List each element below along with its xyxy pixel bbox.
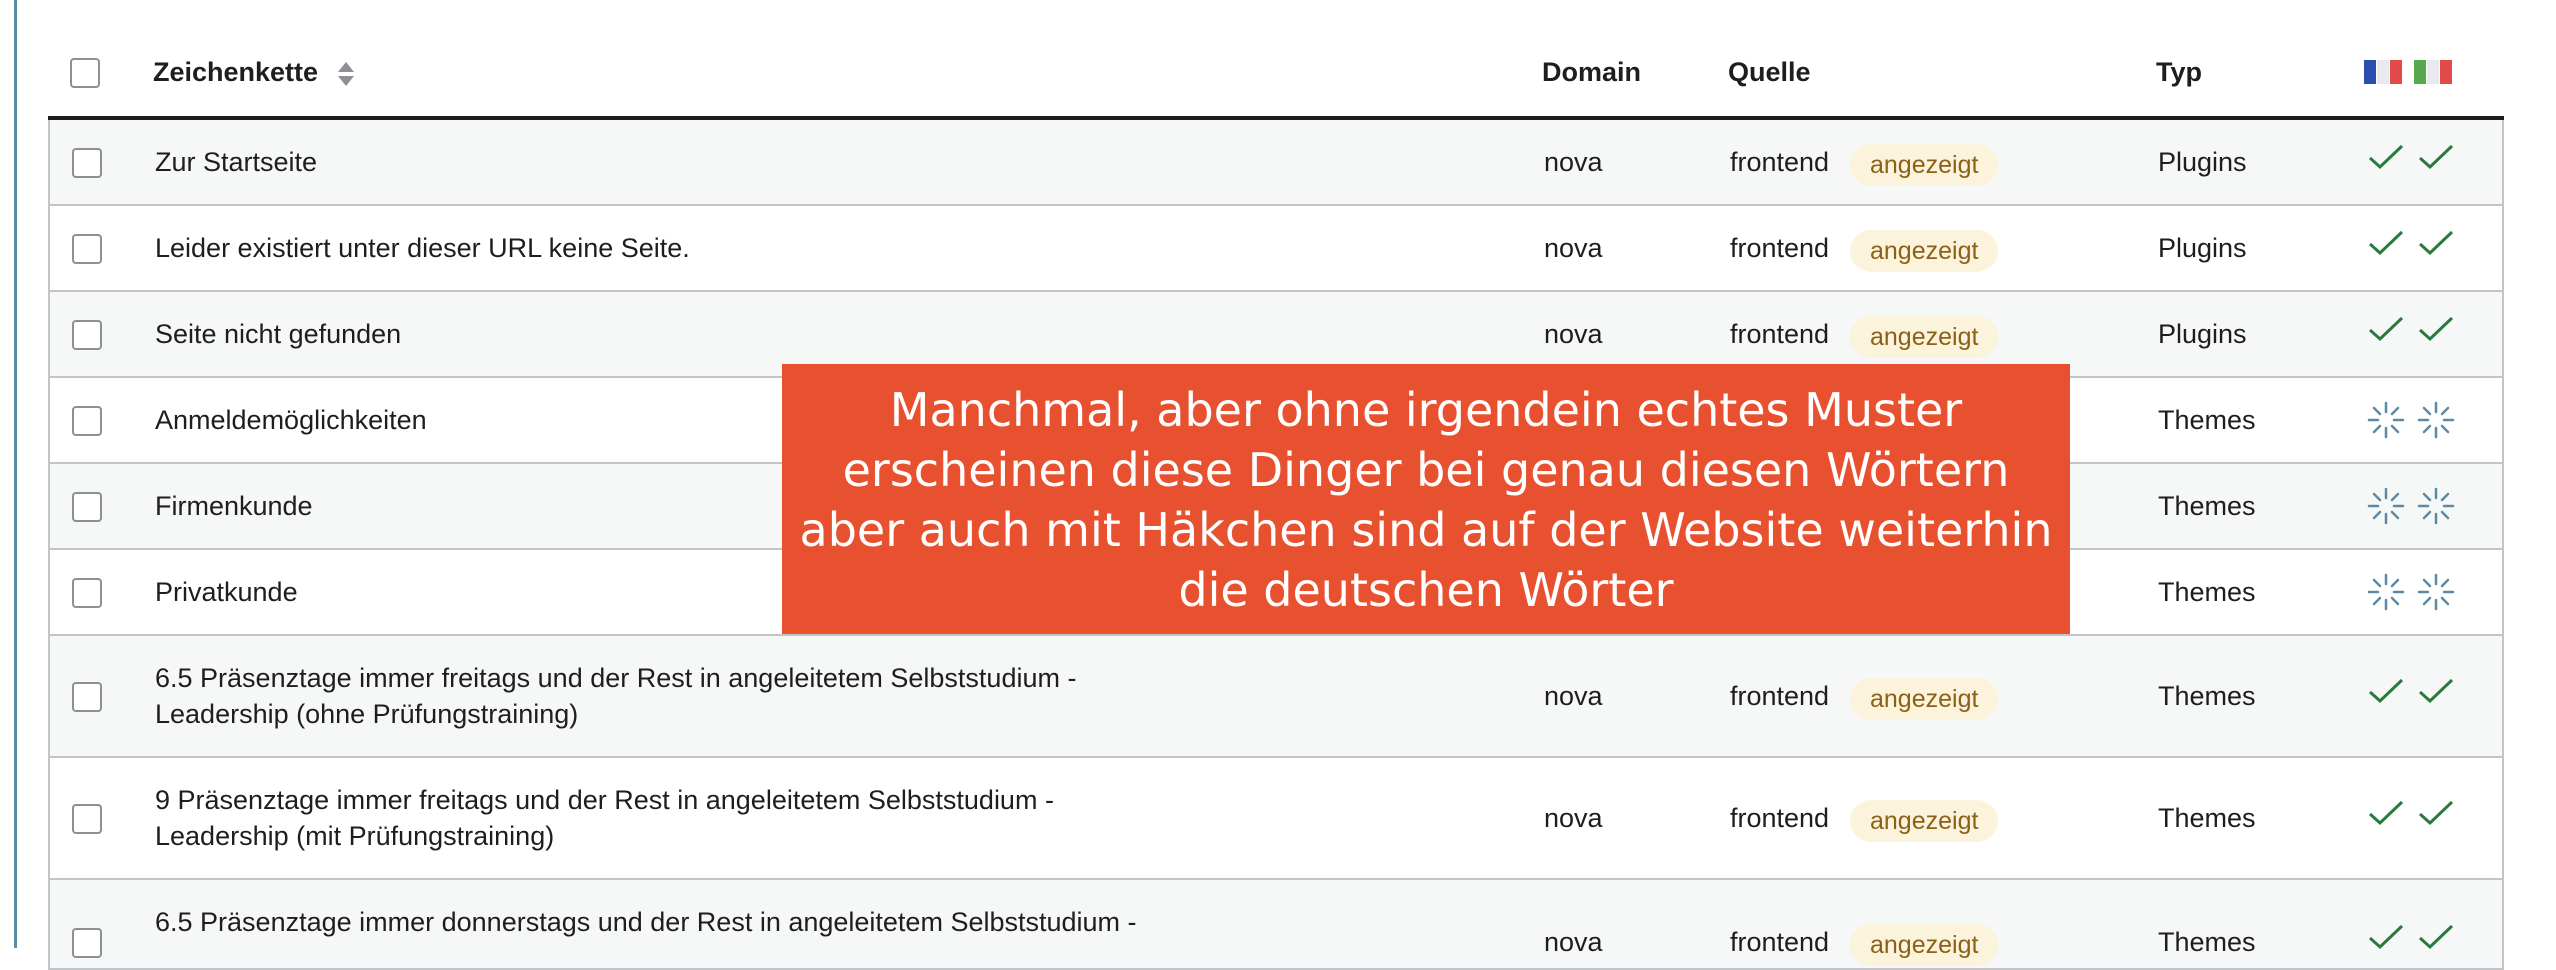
row-checkbox[interactable] (72, 682, 102, 712)
row-string: Firmenkunde (155, 491, 313, 521)
translation-status (2366, 798, 2466, 838)
check-icon[interactable] (2366, 676, 2406, 706)
row-string-line: Leadership (ohne Prüfungstraining) (155, 699, 579, 729)
row-checkbox[interactable] (72, 320, 102, 350)
row-type: Plugins (2158, 233, 2247, 263)
row-string-line: 9 Präsenztage immer freitags und der Res… (155, 785, 1054, 815)
check-icon[interactable] (2366, 142, 2406, 172)
spinner-icon (2367, 487, 2405, 525)
row-string-line: 6.5 Präsenztage immer freitags und der R… (155, 663, 1077, 693)
row-type: Themes (2158, 927, 2256, 957)
column-header-string-label: Zeichenkette (153, 57, 319, 87)
row-type: Themes (2158, 405, 2256, 435)
row-domain: nova (1544, 233, 1603, 263)
row-checkbox[interactable] (72, 148, 102, 178)
row-checkbox[interactable] (72, 578, 102, 608)
row-type: Themes (2158, 491, 2256, 521)
row-checkbox[interactable] (72, 234, 102, 264)
check-icon[interactable] (2366, 314, 2406, 344)
status-badge: angezeigt (1850, 230, 1999, 272)
select-all-checkbox[interactable] (70, 58, 100, 88)
row-type: Plugins (2158, 319, 2247, 349)
flag-italy-icon (2414, 60, 2453, 84)
row-source: frontend (1730, 147, 1830, 177)
check-icon[interactable] (2416, 228, 2456, 258)
translation-status (2366, 676, 2466, 716)
row-type: Plugins (2158, 147, 2247, 177)
row-domain: nova (1544, 927, 1603, 957)
check-icon[interactable] (2366, 228, 2406, 258)
row-source: frontend (1730, 681, 1830, 711)
column-header-string[interactable]: Zeichenkette (153, 54, 356, 90)
row-string: 6.5 Präsenztage immer freitags und der R… (155, 660, 1076, 732)
row-type: Themes (2158, 681, 2256, 711)
table-row: Zur Startseite nova frontend angezeigt P… (48, 120, 2504, 206)
status-badge: angezeigt (1850, 144, 1999, 186)
table-header: Zeichenkette Domain Quelle Typ (48, 0, 2504, 120)
row-string: 6.5 Präsenztage immer donnerstags und de… (155, 907, 1137, 937)
spinner-icon (2418, 487, 2455, 525)
row-domain: nova (1544, 803, 1603, 833)
row-string: Zur Startseite (155, 147, 318, 177)
row-checkbox[interactable] (72, 492, 102, 522)
row-string: Seite nicht gefunden (155, 319, 402, 349)
row-checkbox[interactable] (72, 928, 102, 958)
table-row: 9 Präsenztage immer freitags und der Res… (48, 758, 2504, 880)
sort-icon[interactable] (336, 60, 356, 88)
spinner-icon (2367, 573, 2405, 611)
translation-status (2366, 486, 2466, 526)
row-domain: nova (1544, 319, 1603, 349)
annotation-line: Manchmal, aber ohne irgendein echtes Mus… (889, 383, 1963, 437)
row-string: Leider existiert unter dieser URL keine … (155, 233, 690, 263)
row-checkbox[interactable] (72, 406, 102, 436)
translation-status (2366, 572, 2466, 612)
frame-border (14, 0, 17, 948)
row-checkbox[interactable] (72, 804, 102, 834)
row-source: frontend (1730, 233, 1830, 263)
flag-france-icon (2364, 60, 2402, 84)
check-icon[interactable] (2416, 314, 2456, 344)
annotation-line: die deutschen Wörter (1178, 563, 1674, 617)
translation-status (2366, 314, 2466, 354)
translation-status (2366, 400, 2466, 440)
row-string: Anmeldemöglichkeiten (155, 405, 427, 435)
translation-status (2366, 142, 2466, 182)
spinner-icon (2418, 573, 2455, 611)
status-badge: angezeigt (1850, 800, 1999, 842)
row-type: Themes (2158, 577, 2256, 607)
annotation-line: aber auch mit Häkchen sind auf der Websi… (799, 503, 2053, 557)
row-domain: nova (1544, 681, 1603, 711)
table-row: Leider existiert unter dieser URL keine … (48, 206, 2504, 292)
language-flags (2364, 60, 2453, 89)
column-header-domain: Domain (1542, 57, 1642, 87)
check-icon[interactable] (2416, 798, 2456, 828)
spinner-icon (2367, 401, 2405, 439)
spinner-icon (2418, 401, 2455, 439)
row-string-line: Leadership (mit Prüfungstraining) (155, 821, 555, 851)
column-header-source: Quelle (1728, 57, 1811, 87)
row-string: 9 Präsenztage immer freitags und der Res… (155, 782, 1054, 854)
check-icon[interactable] (2416, 142, 2456, 172)
translation-status (2366, 228, 2466, 268)
status-badge: angezeigt (1850, 316, 1999, 358)
check-icon[interactable] (2416, 676, 2456, 706)
row-source: frontend (1730, 927, 1830, 957)
row-type: Themes (2158, 803, 2256, 833)
check-icon[interactable] (2366, 798, 2406, 828)
annotation-overlay: Manchmal, aber ohne irgendein echtes Mus… (782, 364, 2070, 634)
row-string: Privatkunde (155, 577, 298, 607)
row-source: frontend (1730, 803, 1830, 833)
row-domain: nova (1544, 147, 1603, 177)
row-source: frontend (1730, 319, 1830, 349)
annotation-line: erscheinen diese Dinger bei genau diesen… (842, 443, 2010, 497)
column-header-type: Typ (2156, 57, 2202, 87)
table-row: 6.5 Präsenztage immer donnerstags und de… (48, 880, 2504, 970)
translation-status (2366, 922, 2466, 962)
table-row: 6.5 Präsenztage immer freitags und der R… (48, 636, 2504, 758)
status-badge: angezeigt (1850, 924, 1999, 966)
status-badge: angezeigt (1850, 678, 1999, 720)
